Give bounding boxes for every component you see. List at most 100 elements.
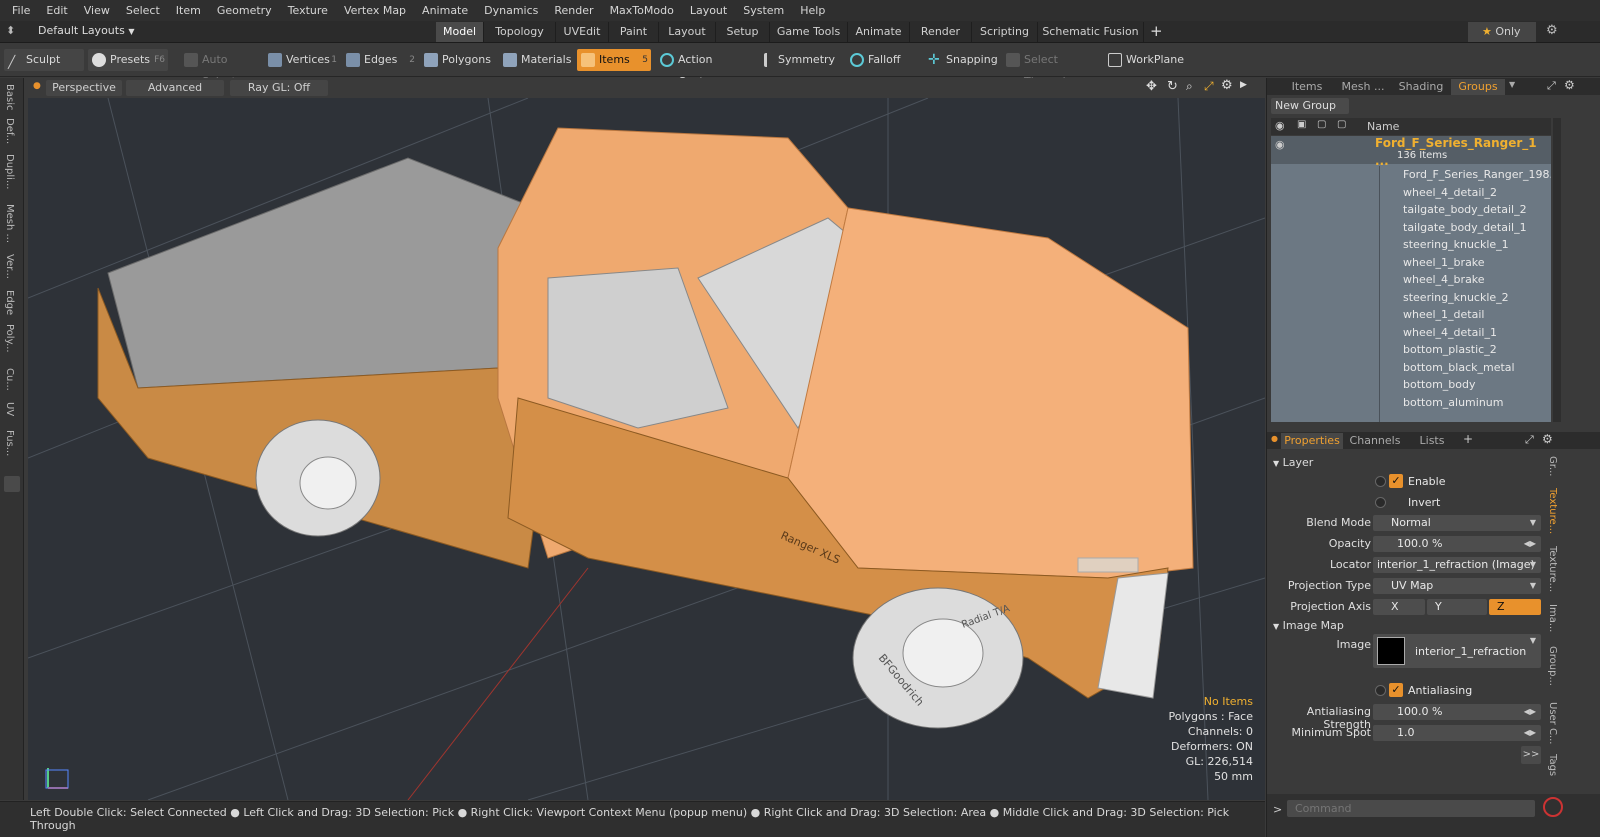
- antialiasing-state-dot[interactable]: [1375, 685, 1386, 696]
- strip-tab-deform[interactable]: Def...: [4, 118, 15, 144]
- list-item[interactable]: wheel_1_brake: [1271, 254, 1551, 272]
- list-item[interactable]: wheel_4_detail_1: [1271, 324, 1551, 342]
- strip-tab-polygon[interactable]: Poly...: [4, 324, 15, 353]
- add-tab-icon[interactable]: +: [1150, 22, 1163, 40]
- tab-schematic-fusion[interactable]: Schematic Fusion: [1038, 22, 1144, 42]
- falloff-button[interactable]: Falloff: [846, 49, 922, 71]
- menu-texture[interactable]: Texture: [280, 4, 336, 17]
- tab-channels[interactable]: Channels: [1345, 433, 1405, 449]
- menu-edit[interactable]: Edit: [38, 4, 75, 17]
- strip-tab-basic[interactable]: Basic: [4, 84, 15, 110]
- list-item[interactable]: steering_knuckle_1: [1271, 236, 1551, 254]
- side-tab-tags[interactable]: Tags: [1547, 754, 1558, 776]
- zoom-view-icon[interactable]: ⌕: [1186, 79, 1193, 94]
- image-map-section[interactable]: ▼ Image Map: [1273, 619, 1344, 632]
- side-tab-user-channels[interactable]: User C...: [1547, 702, 1558, 745]
- tab-scripting[interactable]: Scripting: [972, 22, 1038, 42]
- sculpt-button[interactable]: ╱ Sculpt: [4, 49, 84, 71]
- menu-dynamics[interactable]: Dynamics: [476, 4, 546, 17]
- expand-panel-icon[interactable]: ⤢: [1547, 79, 1556, 93]
- menu-item[interactable]: Item: [168, 4, 209, 17]
- tab-groups[interactable]: Groups: [1451, 79, 1505, 95]
- menu-select[interactable]: Select: [118, 4, 168, 17]
- enable-state-dot[interactable]: [1375, 476, 1386, 487]
- viewport-arrow-icon[interactable]: ▶: [1240, 80, 1247, 90]
- list-item[interactable]: bottom_body: [1271, 376, 1551, 394]
- tab-paint[interactable]: Paint: [609, 22, 659, 42]
- strip-tab-mesh[interactable]: Mesh ...: [4, 204, 15, 243]
- layer-section[interactable]: ▼ Layer: [1273, 456, 1313, 469]
- list-item[interactable]: bottom_aluminum: [1271, 394, 1551, 412]
- strip-tab-duplicate[interactable]: Dupli...: [4, 154, 15, 189]
- group-row[interactable]: ◉ Ford_F_Series_Ranger_1 ... 136 Items: [1271, 136, 1551, 168]
- side-tab-group[interactable]: Gr...: [1547, 456, 1558, 476]
- tab-shading[interactable]: Shading: [1393, 79, 1449, 95]
- invert-state-dot[interactable]: [1375, 497, 1386, 508]
- axis-z-button[interactable]: Z: [1489, 599, 1541, 615]
- properties-gear-icon[interactable]: ⚙: [1542, 432, 1553, 446]
- tab-items[interactable]: Items: [1281, 79, 1333, 95]
- vertices-button[interactable]: Vertices 1: [264, 49, 340, 71]
- menu-geometry[interactable]: Geometry: [209, 4, 280, 17]
- tab-layout[interactable]: Layout: [659, 22, 716, 42]
- side-tab-group-2[interactable]: Group...: [1547, 646, 1558, 686]
- tab-uvedit[interactable]: UVEdit: [556, 22, 609, 42]
- layout-pin-icon[interactable]: ⬍: [6, 24, 18, 38]
- workplane-button[interactable]: WorkPlane: [1104, 49, 1188, 71]
- maximize-view-icon[interactable]: ⤢: [1204, 79, 1214, 94]
- tab-mesh[interactable]: Mesh ...: [1335, 79, 1391, 95]
- blend-mode-select[interactable]: Normal ▼: [1373, 515, 1541, 531]
- image-select[interactable]: interior_1_refraction ▼: [1373, 634, 1541, 668]
- locator-select[interactable]: interior_1_refraction (Image) ...▼: [1373, 557, 1541, 587]
- raygl-button[interactable]: Ray GL: Off: [230, 80, 328, 96]
- add-tab-icon[interactable]: +: [1463, 432, 1473, 446]
- action-center-button[interactable]: Action Center: [656, 49, 750, 88]
- record-icon[interactable]: [1543, 797, 1563, 817]
- polygons-button[interactable]: Polygons: [420, 49, 492, 71]
- list-item[interactable]: Ford_F_Series_Ranger_198...: [1271, 166, 1551, 184]
- side-tab-texture-active[interactable]: Texture...: [1547, 488, 1558, 534]
- side-tab-texture[interactable]: Texture...: [1547, 546, 1558, 592]
- tab-animate[interactable]: Animate: [848, 22, 910, 42]
- viewport-dot-icon[interactable]: ●: [33, 81, 41, 91]
- groups-gear-icon[interactable]: ⚙: [1564, 78, 1575, 92]
- visibility-icon[interactable]: ◉: [1275, 136, 1285, 154]
- min-spot-field[interactable]: 1.0 ◀▶: [1373, 725, 1541, 741]
- list-item[interactable]: wheel_4_detail_2: [1271, 184, 1551, 202]
- menu-vertex-map[interactable]: Vertex Map: [336, 4, 414, 17]
- materials-button[interactable]: Materials: [499, 49, 575, 71]
- groups-scrollbar[interactable]: [1553, 118, 1561, 422]
- axis-y-button[interactable]: Y: [1427, 599, 1487, 615]
- menu-file[interactable]: File: [4, 4, 38, 17]
- menu-animate[interactable]: Animate: [414, 4, 476, 17]
- menu-layout[interactable]: Layout: [682, 4, 735, 17]
- snapping-button[interactable]: ✛ Snapping: [924, 49, 998, 71]
- list-item[interactable]: tailgate_body_detail_1: [1271, 219, 1551, 237]
- advanced-button[interactable]: Advanced: [126, 80, 224, 96]
- tab-lists[interactable]: Lists: [1407, 433, 1457, 449]
- select-through-button[interactable]: Select Through: [1002, 49, 1100, 88]
- command-input[interactable]: [1287, 800, 1535, 817]
- truck-model[interactable]: Ranger XLS BFGoodrich Radial T/A: [97, 127, 1194, 729]
- more-button[interactable]: >>: [1521, 746, 1541, 764]
- presets-button[interactable]: Presets F6: [88, 49, 168, 71]
- move-view-icon[interactable]: ✥: [1146, 79, 1157, 94]
- list-item[interactable]: steering_knuckle_2: [1271, 289, 1551, 307]
- aa-strength-field[interactable]: 100.0 % ◀▶: [1373, 704, 1541, 720]
- layout-select[interactable]: Default Layouts ▼: [38, 24, 134, 37]
- edges-button[interactable]: Edges 2: [342, 49, 418, 71]
- auto-select-button[interactable]: Auto Select: [180, 49, 262, 88]
- list-item[interactable]: wheel_1_detail: [1271, 306, 1551, 324]
- new-group-button[interactable]: New Group: [1271, 98, 1349, 114]
- strip-tab-fusion[interactable]: Fus...: [4, 430, 15, 456]
- tab-properties[interactable]: Properties: [1281, 433, 1343, 449]
- menu-render[interactable]: Render: [546, 4, 601, 17]
- menu-help[interactable]: Help: [792, 4, 833, 17]
- expand-panel-icon[interactable]: ⤢: [1525, 433, 1534, 447]
- opacity-field[interactable]: 100.0 % ◀▶: [1373, 536, 1541, 552]
- strip-expand-button[interactable]: [4, 476, 20, 492]
- viewport-gear-icon[interactable]: ⚙: [1221, 78, 1233, 93]
- projection-type-select[interactable]: UV Map ▼: [1373, 578, 1541, 594]
- strip-tab-curve[interactable]: Cu...: [4, 368, 15, 391]
- gear-icon[interactable]: ⚙: [1546, 23, 1558, 38]
